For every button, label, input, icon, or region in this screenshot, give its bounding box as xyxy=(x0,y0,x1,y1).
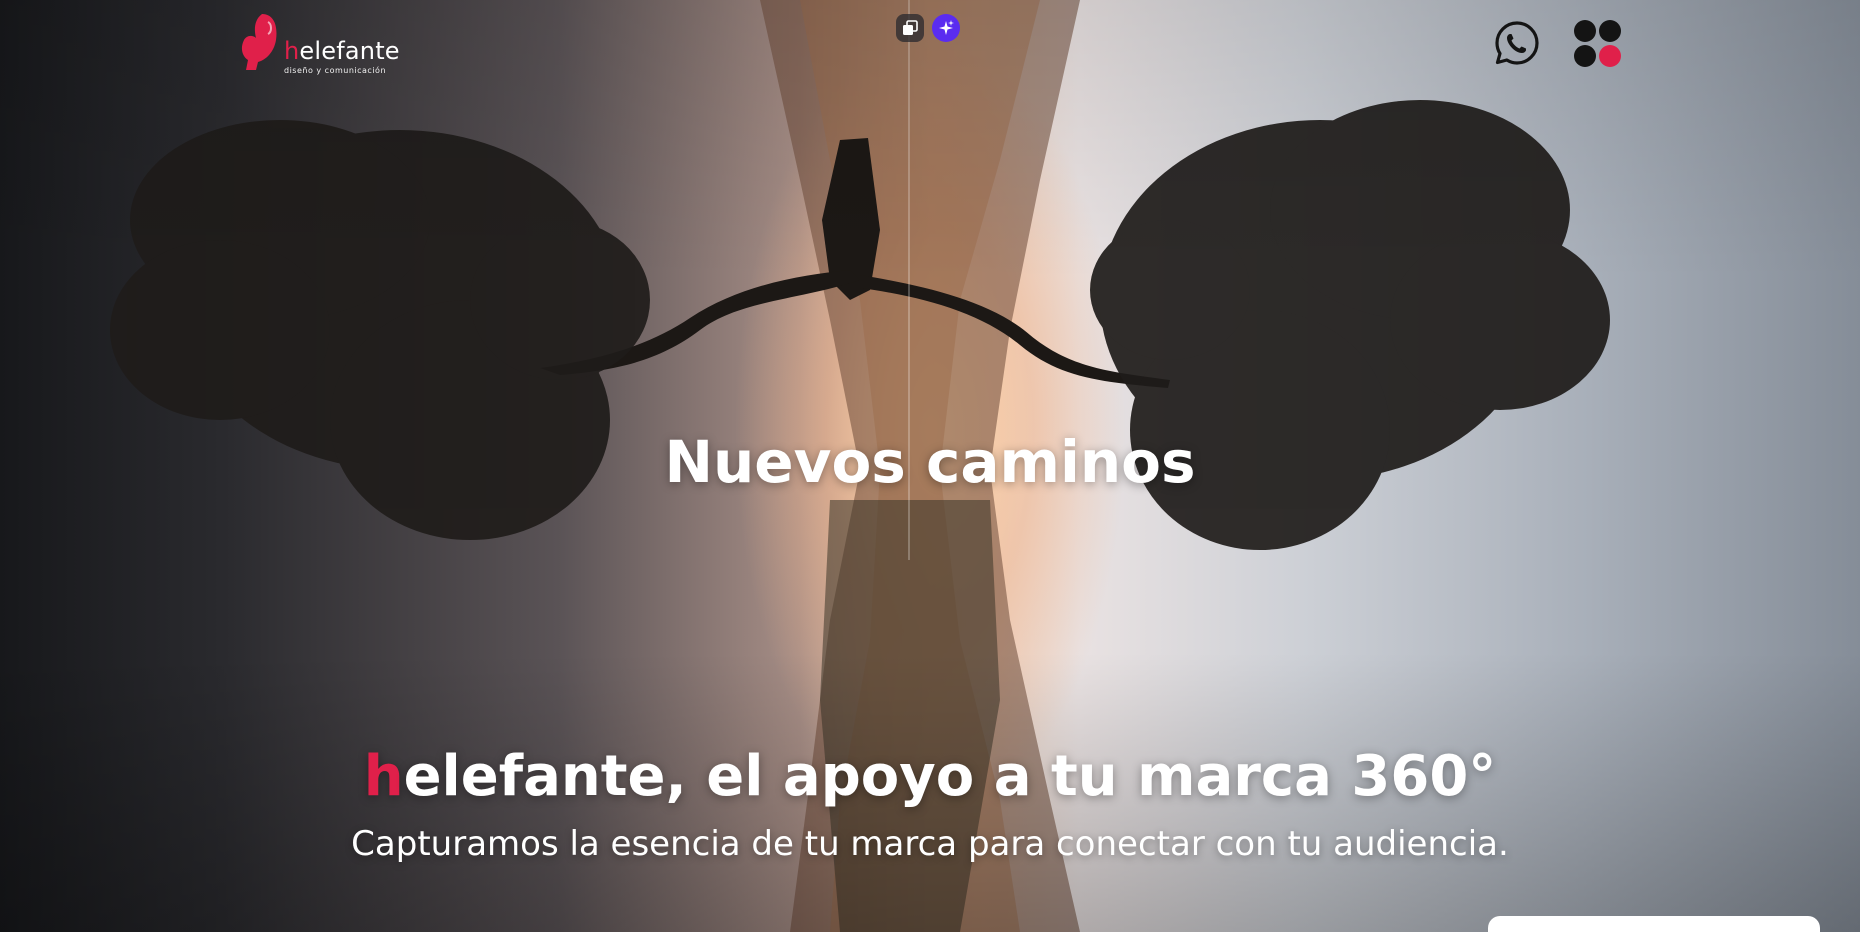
hero-heading: helefante, el apoyo a tu marca 360° xyxy=(0,744,1860,809)
menu-dot-accent-icon xyxy=(1599,45,1621,67)
brand-logo-link[interactable]: helefante diseño y comunicación xyxy=(238,12,400,75)
hero-subheading: Capturamos la esencia de tu marca para c… xyxy=(351,824,1509,864)
whatsapp-icon xyxy=(1495,21,1539,65)
copy-window-icon xyxy=(903,20,918,35)
sparkles-icon xyxy=(939,20,954,35)
ai-assist-button[interactable] xyxy=(932,14,960,42)
logo-tagline: diseño y comunicación xyxy=(284,66,387,75)
hero-heading-text: elefante, el apoyo a tu marca 360° xyxy=(403,744,1497,809)
bottom-floating-card[interactable] xyxy=(1488,916,1820,932)
whatsapp-button[interactable] xyxy=(1494,20,1540,66)
menu-dot-icon xyxy=(1574,20,1596,42)
page: helefante diseño y comunicación Nuevos c… xyxy=(0,0,1860,932)
elephant-logo-icon xyxy=(238,12,280,75)
logo-accent-letter: h xyxy=(284,37,300,65)
logo-name: helefante xyxy=(284,39,400,63)
logo-name-rest: elefante xyxy=(299,37,400,65)
copy-button[interactable] xyxy=(896,14,924,42)
menu-dot-icon xyxy=(1599,20,1621,42)
menu-button[interactable] xyxy=(1574,20,1621,67)
menu-dot-icon xyxy=(1574,45,1596,67)
hero-heading-accent: h xyxy=(363,744,404,809)
hero-title: Nuevos caminos xyxy=(664,428,1196,496)
